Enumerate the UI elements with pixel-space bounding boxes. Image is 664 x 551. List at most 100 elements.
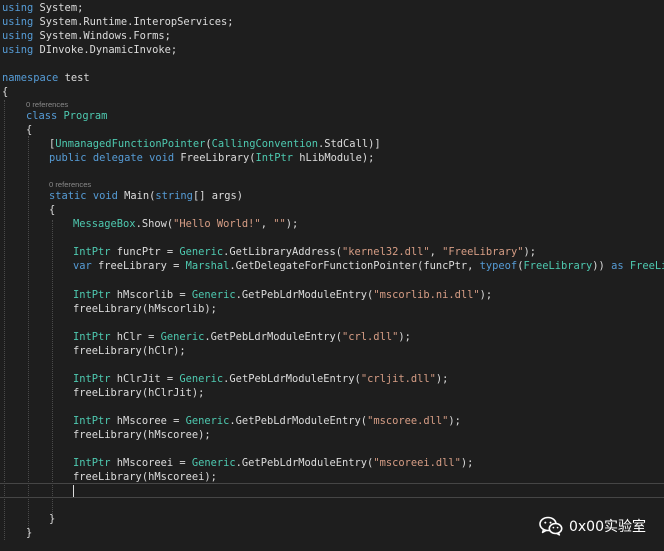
- code-line-module-entry[interactable]: IntPtr hClrJit = Generic.GetPebLdrModule…: [73, 372, 448, 386]
- code-line-free-call[interactable]: freeLibrary(hMscoreei);: [73, 470, 217, 484]
- type-name: Generic: [179, 373, 224, 385]
- code-line-close-brace[interactable]: }: [49, 512, 55, 526]
- keyword: static: [49, 190, 87, 202]
- type-name: CallingConvention: [211, 138, 319, 150]
- code-line-using-3[interactable]: using System.Windows.Forms;: [2, 29, 171, 43]
- type-name: IntPtr: [73, 457, 111, 469]
- type-name: Marshal: [185, 260, 230, 272]
- code-line-open-brace[interactable]: {: [2, 85, 8, 99]
- code-line-using-1[interactable]: using System;: [2, 1, 83, 15]
- code-text: System.Windows.Forms;: [33, 30, 171, 42]
- type-name: FreeLibrary: [629, 260, 664, 272]
- code-text: .GetPebLdrModuleEntry(: [223, 373, 361, 385]
- code-text: .GetPebLdrModuleEntry(: [204, 331, 343, 343]
- code-line-using-4[interactable]: using DInvoke.DynamicInvoke;: [2, 43, 177, 57]
- code-text: .GetPebLdrModuleEntry(: [229, 415, 368, 427]
- brace: }: [49, 513, 56, 525]
- keyword: void: [92, 190, 118, 202]
- type-name: Generic: [185, 415, 230, 427]
- string-literal: "crljit.dll": [360, 373, 436, 385]
- keyword: public: [49, 152, 87, 164]
- code-text: hMscoreei =: [110, 457, 192, 469]
- code-line-close-brace[interactable]: }: [26, 526, 32, 540]
- type-name: Generic: [191, 289, 236, 301]
- code-line-free-call[interactable]: freeLibrary(hMscorlib);: [73, 302, 217, 316]
- code-text: freeLibrary(hMscoreei);: [73, 471, 217, 483]
- code-text: freeLibrary(hClr);: [73, 345, 186, 357]
- type-name: Generic: [179, 246, 224, 258]
- watermark-text: 0x00实验室: [568, 519, 646, 535]
- keyword: using: [2, 44, 34, 56]
- keyword: using: [2, 16, 34, 28]
- code-line-module-entry[interactable]: IntPtr hMscorlib = Generic.GetPebLdrModu…: [73, 288, 492, 302]
- code-line-module-entry[interactable]: IntPtr hMscoreei = Generic.GetPebLdrModu…: [73, 456, 473, 470]
- code-line-open-brace[interactable]: {: [26, 123, 32, 137]
- keyword: as: [611, 260, 624, 272]
- namespace-name: test: [58, 72, 90, 84]
- code-editor[interactable]: using System; using System.Runtime.Inter…: [0, 0, 664, 551]
- code-text: hMscorlib =: [110, 289, 192, 301]
- wechat-icon: [539, 516, 563, 536]
- keyword: typeof: [479, 260, 518, 272]
- code-text: System.Runtime.InteropServices;: [33, 16, 234, 28]
- code-line-open-brace[interactable]: {: [49, 203, 55, 217]
- class-name: Program: [63, 110, 108, 122]
- code-line-class[interactable]: class Program: [26, 109, 107, 123]
- string-literal: "FreeLibrary": [442, 246, 524, 258]
- code-text: freeLibrary(hMscoree);: [73, 429, 211, 441]
- code-text: .GetPebLdrModuleEntry(: [235, 457, 374, 469]
- type-name: IntPtr: [73, 373, 111, 385]
- code-line-module-entry[interactable]: IntPtr hClr = Generic.GetPebLdrModuleEnt…: [73, 330, 411, 344]
- code-line-messagebox[interactable]: MessageBox.Show("Hello World!", "");: [73, 217, 298, 231]
- indent-guide: [52, 220, 53, 518]
- string-literal: "mscoreei.dll": [373, 457, 461, 469]
- keyword: using: [2, 2, 34, 14]
- code-text: hClrJit =: [110, 373, 180, 385]
- type-name: FreeLibrary: [523, 260, 593, 272]
- string-literal: "": [273, 218, 286, 230]
- code-text: .GetPebLdrModuleEntry(: [235, 289, 374, 301]
- code-line-using-2[interactable]: using System.Runtime.InteropServices;: [2, 15, 233, 29]
- code-text: funcPtr =: [110, 246, 180, 258]
- code-line-delegate[interactable]: public delegate void FreeLibrary(IntPtr …: [49, 151, 374, 165]
- code-line-freelibrary-delegate[interactable]: var freeLibrary = Marshal.GetDelegateFor…: [73, 259, 664, 273]
- keyword: void: [149, 152, 175, 164]
- method-name: Main(: [124, 190, 156, 202]
- type-name: IntPtr: [73, 331, 111, 343]
- code-text: .StdCall)]: [318, 138, 381, 150]
- code-text: .Show(: [135, 218, 174, 230]
- watermark: 0x00实验室: [539, 516, 646, 536]
- code-line-main[interactable]: static void Main(string[] args): [49, 189, 243, 203]
- indent-guide: [4, 100, 5, 540]
- keyword: namespace: [2, 72, 59, 84]
- brace: {: [2, 86, 9, 98]
- brace: }: [26, 527, 33, 539]
- code-line-attribute[interactable]: [UnmanagedFunctionPointer(CallingConvent…: [49, 137, 381, 151]
- keyword: delegate: [92, 152, 143, 164]
- brace: {: [26, 124, 33, 136]
- code-line-free-call[interactable]: freeLibrary(hClr);: [73, 344, 186, 358]
- code-text: freeLibrary(hMscorlib);: [73, 303, 217, 315]
- type-name: IntPtr: [73, 415, 111, 427]
- string-literal: "Hello World!": [173, 218, 261, 230]
- code-text: .GetLibraryAddress(: [223, 246, 343, 258]
- code-text: System;: [33, 2, 84, 14]
- code-line-namespace[interactable]: namespace test: [2, 71, 90, 85]
- code-text: hMscoree =: [110, 415, 186, 427]
- code-line-module-entry[interactable]: IntPtr hMscoree = Generic.GetPebLdrModul…: [73, 414, 461, 428]
- type-name: IntPtr: [255, 152, 294, 164]
- code-line-funcptr[interactable]: IntPtr funcPtr = Generic.GetLibraryAddre…: [73, 245, 536, 259]
- keyword: class: [26, 110, 58, 122]
- string-literal: "mscoree.dll": [367, 415, 449, 427]
- keyword: string: [155, 190, 193, 202]
- brace: {: [49, 204, 56, 216]
- code-text: hClr =: [110, 331, 161, 343]
- code-line-free-call[interactable]: freeLibrary(hMscoree);: [73, 428, 211, 442]
- code-line-free-call[interactable]: freeLibrary(hClrJit);: [73, 386, 204, 400]
- code-text: DInvoke.DynamicInvoke;: [33, 44, 178, 56]
- string-literal: "kernel32.dll": [342, 246, 430, 258]
- type-name: IntPtr: [73, 246, 111, 258]
- type-name: Generic: [160, 331, 205, 343]
- keyword: using: [2, 30, 34, 42]
- delegate-name: FreeLibrary(: [180, 152, 256, 164]
